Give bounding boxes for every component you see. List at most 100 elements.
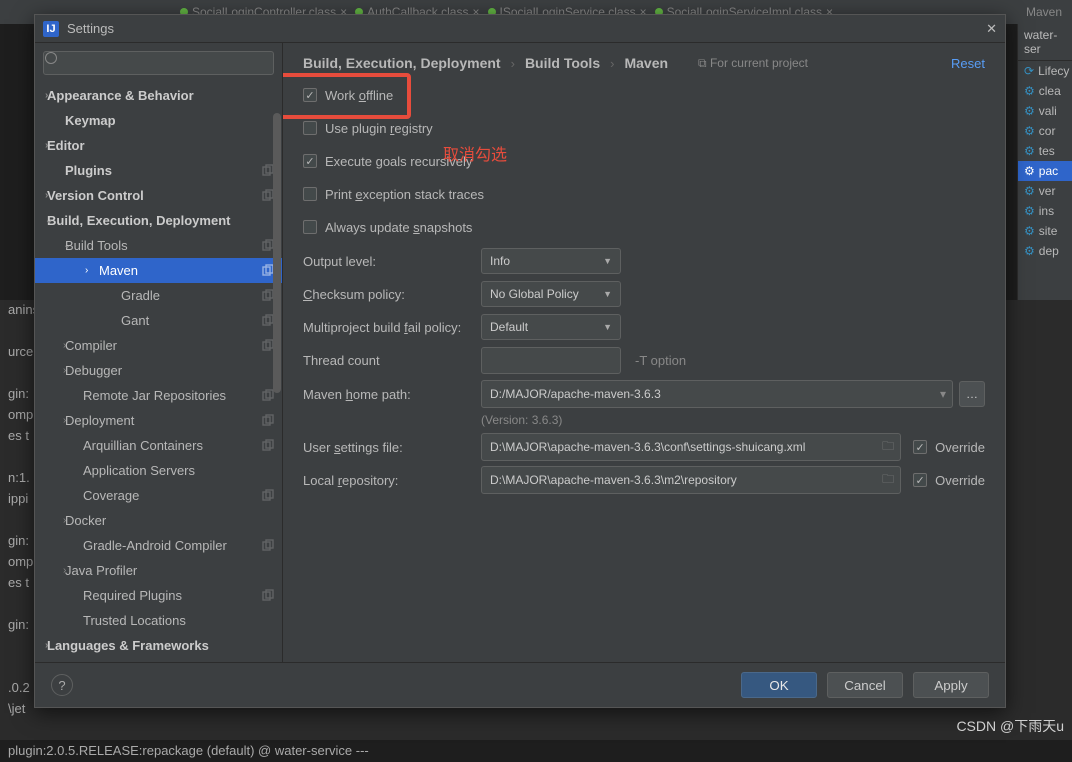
tree-remote-jar[interactable]: Remote Jar Repositories xyxy=(35,383,282,408)
tree-appearance[interactable]: ›Appearance & Behavior xyxy=(35,83,282,108)
maven-goal-site[interactable]: ⚙site xyxy=(1018,221,1072,241)
maven-goal-clean[interactable]: ⚙clea xyxy=(1018,81,1072,101)
multiproject-select[interactable]: Default▼ xyxy=(481,314,621,340)
breadcrumb: Build, Execution, Deployment › Build Too… xyxy=(303,55,985,71)
user-settings-input[interactable]: D:\MAJOR\apache-maven-3.6.3\conf\setting… xyxy=(481,433,901,461)
maven-panel-header: water-ser xyxy=(1018,24,1072,61)
maven-goal-validate[interactable]: ⚙vali xyxy=(1018,101,1072,121)
tree-debugger[interactable]: ›Debugger xyxy=(35,358,282,383)
copy-icon xyxy=(262,389,274,401)
settings-search-input[interactable] xyxy=(43,51,274,75)
user-settings-label: User settings file: xyxy=(303,440,481,455)
work-offline-label: Work offline xyxy=(325,88,393,103)
chevron-right-icon: › xyxy=(511,56,515,71)
tree-coverage[interactable]: Coverage xyxy=(35,483,282,508)
tree-keymap[interactable]: Keymap xyxy=(35,108,282,133)
settings-dialog: IJ Settings ✕ ›Appearance & Behavior Key… xyxy=(34,14,1006,708)
tree-gant[interactable]: Gant xyxy=(35,308,282,333)
maven-goal-compile[interactable]: ⚙cor xyxy=(1018,121,1072,141)
checksum-policy-select[interactable]: No Global Policy▼ xyxy=(481,281,621,307)
copy-icon xyxy=(262,439,274,451)
cancel-button[interactable]: Cancel xyxy=(827,672,903,698)
chevron-down-icon: ▼ xyxy=(603,322,612,332)
copy-icon xyxy=(262,589,274,601)
maven-home-combo[interactable]: D:/MAJOR/apache-maven-3.6.3▾ xyxy=(481,380,953,408)
tree-lang-fw[interactable]: ›Languages & Frameworks xyxy=(35,633,282,658)
breadcrumb-part[interactable]: Build, Execution, Deployment xyxy=(303,55,501,71)
checksum-policy-label: Checksum policy: xyxy=(303,287,481,302)
execute-recursively-label: Execute goals recursively xyxy=(325,154,472,169)
tree-editor[interactable]: ›Editor xyxy=(35,133,282,158)
folder-icon[interactable]: 🗀 xyxy=(882,437,894,458)
tree-gradle-android[interactable]: Gradle-Android Compiler xyxy=(35,533,282,558)
breadcrumb-part[interactable]: Build Tools xyxy=(525,55,600,71)
tree-gradle[interactable]: Gradle xyxy=(35,283,282,308)
tree-tools[interactable]: ›Tools xyxy=(35,658,282,662)
maven-goal-verify[interactable]: ⚙ver xyxy=(1018,181,1072,201)
tree-build-tools[interactable]: ⌄Build Tools xyxy=(35,233,282,258)
settings-sidebar: ›Appearance & Behavior Keymap ›Editor Pl… xyxy=(35,43,283,662)
dialog-titlebar: IJ Settings ✕ xyxy=(35,15,1005,43)
thread-count-hint: -T option xyxy=(635,353,686,368)
tree-trusted-locations[interactable]: Trusted Locations xyxy=(35,608,282,633)
maven-version-text: (Version: 3.6.3) xyxy=(481,413,985,427)
tree-java-profiler[interactable]: ›Java Profiler xyxy=(35,558,282,583)
output-level-label: Output level: xyxy=(303,254,481,269)
always-update-checkbox[interactable] xyxy=(303,220,317,234)
tree-bed[interactable]: ⌄Build, Execution, Deployment xyxy=(35,208,282,233)
tree-arquillian[interactable]: Arquillian Containers xyxy=(35,433,282,458)
override-local-repo-checkbox[interactable] xyxy=(913,473,927,487)
settings-tree[interactable]: ›Appearance & Behavior Keymap ›Editor Pl… xyxy=(35,83,282,662)
execute-recursively-checkbox[interactable] xyxy=(303,154,317,168)
breadcrumb-part: Maven xyxy=(624,55,668,71)
thread-count-label: Thread count xyxy=(303,353,481,368)
copy-icon xyxy=(262,489,274,501)
tree-maven[interactable]: ›Maven xyxy=(35,258,282,283)
maven-home-label: Maven home path: xyxy=(303,387,481,402)
chevron-down-icon: ▼ xyxy=(603,256,612,266)
always-update-label: Always update snapshots xyxy=(325,220,472,235)
maven-goal-test[interactable]: ⚙tes xyxy=(1018,141,1072,161)
dialog-title: Settings xyxy=(67,21,114,36)
maven-lifecycle-node[interactable]: ⟳Lifecy xyxy=(1018,61,1072,81)
project-scope-marker: For current project xyxy=(698,56,808,71)
csdn-watermark: CSDN @下雨天u xyxy=(956,716,1064,736)
maven-goal-install[interactable]: ⚙ins xyxy=(1018,201,1072,221)
settings-content: Build, Execution, Deployment › Build Too… xyxy=(283,43,1005,662)
local-repo-input[interactable]: D:\MAJOR\apache-maven-3.6.3\m2\repositor… xyxy=(481,466,901,494)
intellij-icon: IJ xyxy=(43,21,59,37)
editor-tab[interactable]: Maven xyxy=(1026,5,1062,19)
tree-version-control[interactable]: ›Version Control xyxy=(35,183,282,208)
chevron-right-icon: › xyxy=(610,56,614,71)
close-icon[interactable]: ✕ xyxy=(986,21,997,37)
browse-button[interactable]: … xyxy=(959,381,985,407)
help-button[interactable]: ? xyxy=(51,674,73,696)
work-offline-checkbox[interactable] xyxy=(303,88,317,102)
copy-icon xyxy=(262,414,274,426)
maven-goal-deploy[interactable]: ⚙dep xyxy=(1018,241,1072,261)
override-label: Override xyxy=(935,473,985,488)
reset-link[interactable]: Reset xyxy=(951,56,985,71)
copy-icon xyxy=(262,539,274,551)
print-exception-checkbox[interactable] xyxy=(303,187,317,201)
scrollbar-thumb[interactable] xyxy=(273,113,281,393)
output-level-select[interactable]: Info▼ xyxy=(481,248,621,274)
tree-plugins[interactable]: Plugins xyxy=(35,158,282,183)
ok-button[interactable]: OK xyxy=(741,672,817,698)
override-user-settings-checkbox[interactable] xyxy=(913,440,927,454)
tree-app-servers[interactable]: Application Servers xyxy=(35,458,282,483)
thread-count-input[interactable] xyxy=(481,347,621,374)
plugin-registry-checkbox[interactable] xyxy=(303,121,317,135)
tree-deployment[interactable]: ›Deployment xyxy=(35,408,282,433)
print-exception-label: Print exception stack traces xyxy=(325,187,484,202)
tree-docker[interactable]: ›Docker xyxy=(35,508,282,533)
apply-button[interactable]: Apply xyxy=(913,672,989,698)
folder-icon[interactable]: 🗀 xyxy=(882,470,894,491)
multiproject-label: Multiproject build fail policy: xyxy=(303,320,481,335)
plugin-registry-label: Use plugin registry xyxy=(325,121,433,136)
maven-goal-package[interactable]: ⚙pac xyxy=(1018,161,1072,181)
tree-required-plugins[interactable]: Required Plugins xyxy=(35,583,282,608)
local-repo-label: Local repository: xyxy=(303,473,481,488)
tree-compiler[interactable]: ›Compiler xyxy=(35,333,282,358)
override-label: Override xyxy=(935,440,985,455)
